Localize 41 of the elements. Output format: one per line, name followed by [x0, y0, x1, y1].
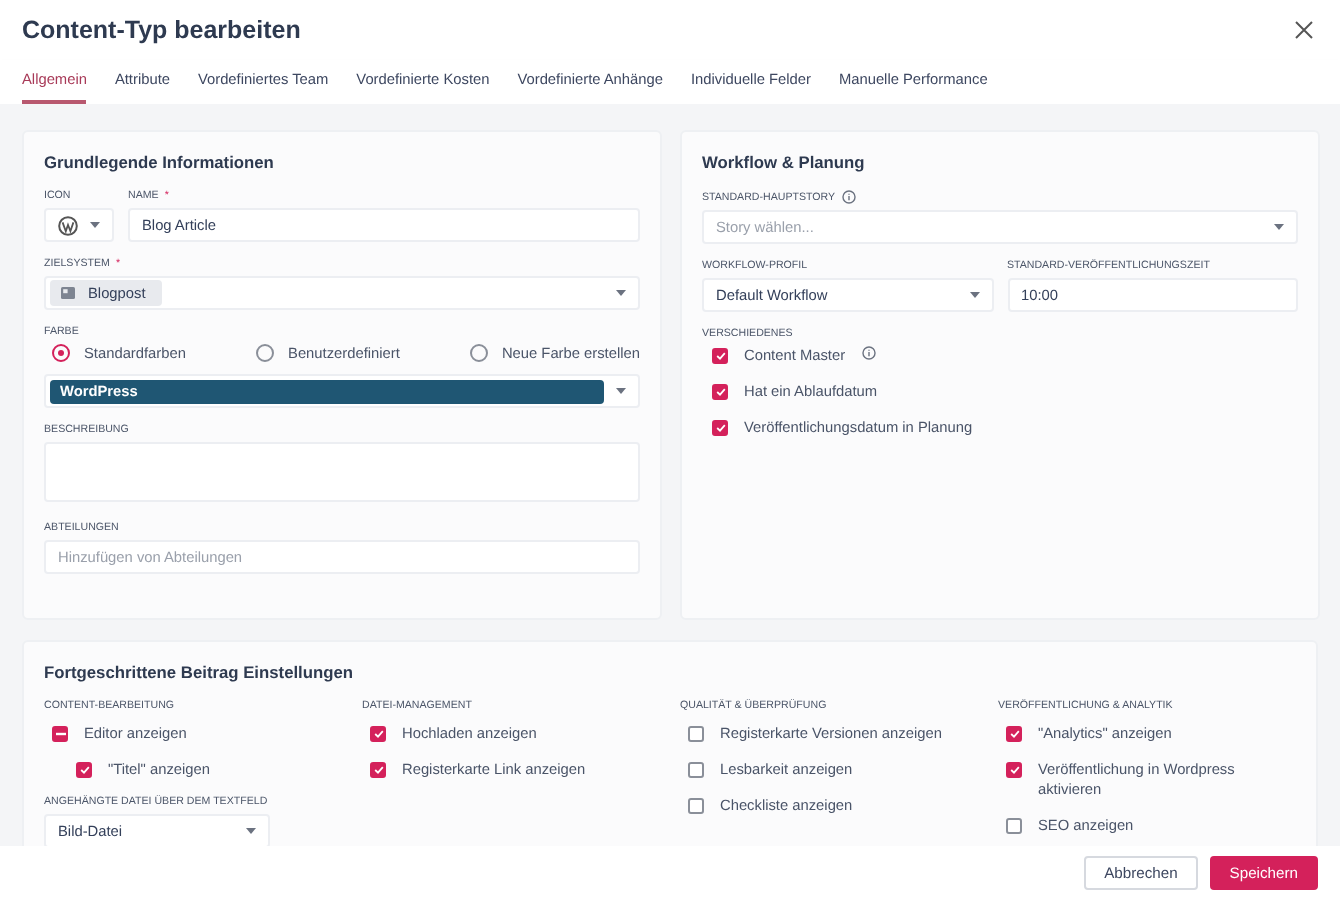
section-title: Workflow & Planung — [702, 152, 867, 172]
caret-icon — [1274, 224, 1284, 230]
caret-icon — [90, 222, 100, 228]
check-icon — [373, 766, 383, 774]
check-icon — [1009, 766, 1019, 774]
checkbox[interactable] — [688, 798, 704, 814]
icon-dropdown[interactable] — [44, 208, 114, 242]
caret-icon — [969, 292, 979, 298]
checkbox[interactable] — [1006, 818, 1022, 834]
checkbox[interactable] — [76, 762, 92, 778]
checkbox[interactable] — [712, 384, 728, 400]
check-icon — [373, 730, 383, 738]
dialog-title: Content-Typ bearbeiten — [22, 16, 301, 44]
check-icon — [79, 766, 89, 774]
checkbox[interactable] — [52, 726, 68, 742]
section-title: Fortgeschrittene Beitrag Einstellungen — [44, 662, 355, 682]
caret-icon — [246, 828, 256, 834]
caret-icon — [616, 290, 626, 296]
check-icon — [715, 352, 725, 360]
radio-button[interactable] — [52, 344, 70, 362]
checkbox[interactable] — [1006, 762, 1022, 778]
checkbox[interactable] — [370, 762, 386, 778]
check-icon — [715, 424, 725, 432]
minus-icon — [55, 732, 65, 736]
info-icon — [861, 346, 876, 360]
close-button[interactable] — [1292, 18, 1316, 42]
checkbox[interactable] — [712, 348, 728, 364]
wordpress-icon — [58, 215, 78, 235]
checkbox[interactable] — [370, 726, 386, 742]
section-title: Grundlegende Informationen — [44, 152, 276, 172]
radio-button[interactable] — [256, 344, 275, 362]
checkbox[interactable] — [1006, 726, 1022, 742]
checkbox[interactable] — [688, 762, 704, 778]
newspaper-icon — [60, 286, 76, 300]
check-icon — [1009, 730, 1019, 738]
checkbox[interactable] — [688, 726, 704, 742]
checkbox[interactable] — [712, 420, 728, 436]
check-icon — [715, 388, 725, 396]
radio-button[interactable] — [469, 344, 488, 362]
caret-icon — [616, 388, 626, 394]
info-icon — [841, 190, 856, 204]
